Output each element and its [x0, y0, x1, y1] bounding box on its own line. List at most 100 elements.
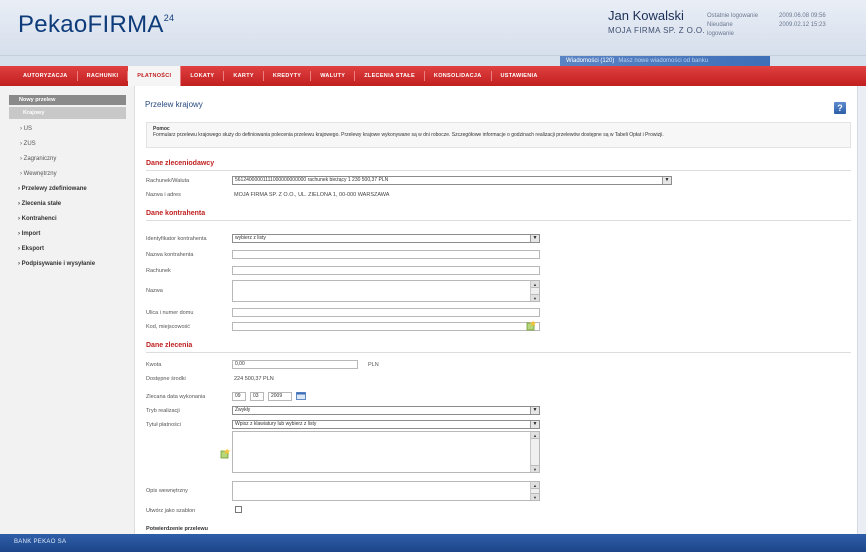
user-block: Jan Kowalski MOJA FIRMA SP. Z O.O.	[608, 8, 705, 35]
contractor-name-input[interactable]	[232, 250, 540, 259]
nav-waluty[interactable]: WALUTY	[311, 71, 356, 81]
confirm-label: Potwierdzenie przelewu	[146, 526, 209, 532]
own-ref-textarea[interactable]: ▲ ▼	[232, 481, 540, 501]
date-day-input[interactable]: 09	[232, 392, 246, 401]
account-value: 56124000001111000000000000 rachunek bież…	[235, 177, 389, 183]
section-title-kontrahent: Dane kontrahenta	[146, 210, 206, 217]
sidebar-item-import[interactable]: › Import	[0, 227, 134, 242]
date-day: 09	[235, 393, 241, 399]
section-title-zleceniodawca: Dane zleceniodawcy	[146, 160, 215, 167]
amount-input[interactable]: 0,00	[232, 360, 358, 369]
payment-title-select[interactable]: Wpisz z klawiatury lub wybierz z listy ▼	[232, 420, 540, 429]
contractor-account-input[interactable]	[232, 266, 540, 275]
template-checkbox[interactable]	[235, 506, 242, 513]
scroll-up-icon[interactable]: ▲	[531, 281, 539, 288]
failed-login-value: 2009.02.12 15:23	[779, 22, 826, 28]
mode-label: Tryb realizacji	[146, 408, 180, 414]
sidebar-head-nowy-przelew[interactable]: Nowy przelew	[9, 95, 126, 105]
contractor-account-label: Rachunek	[146, 268, 171, 274]
section-title-zlecenie: Dane zlecenia	[146, 342, 193, 349]
scroll-down-icon[interactable]: ▼	[531, 493, 539, 500]
sidebar-item-label: Przelewy zdefiniowane	[21, 186, 87, 192]
sidebar-item-label: Podpisywanie i wysyłanie	[21, 261, 96, 267]
add-title-icon[interactable]	[220, 448, 231, 459]
sidebar-item-label: Import	[21, 231, 41, 237]
payment-title-value: Wpisz z klawiatury lub wybierz z listy	[235, 421, 317, 427]
messages-link[interactable]: Wiadomości (120) Masz nowe wiadomości od …	[560, 56, 770, 66]
chevron-down-icon: ▼	[530, 421, 539, 428]
sidebar-item-zagraniczny[interactable]: › Zagraniczny	[0, 152, 134, 167]
nav-ustawienia[interactable]: USTAWIENIA	[492, 71, 547, 81]
contractor-name-label: Nazwa kontrahenta	[146, 252, 194, 258]
nav-platnosci[interactable]: PŁATNOŚCI	[128, 66, 182, 86]
date-month-input[interactable]: 03	[250, 392, 264, 401]
nav-karty[interactable]: KARTY	[224, 71, 264, 81]
scrollbar[interactable]: ▲ ▼	[530, 482, 539, 500]
nav-lokaty[interactable]: LOKATY	[181, 71, 225, 81]
template-label: Utwórz jako szablon	[146, 508, 196, 514]
street-label: Ulica i numer domu	[146, 310, 194, 316]
mode-value: Zwykły	[235, 407, 251, 413]
sidebar-item-label: Zagraniczny	[23, 156, 57, 162]
nav-rachunki[interactable]: RACHUNKI	[78, 71, 129, 81]
nav-kredyty[interactable]: KREDYTY	[264, 71, 312, 81]
add-contractor-icon[interactable]	[526, 320, 537, 331]
sidebar-item-zlecenia-stale[interactable]: › Zlecenia stałe	[0, 197, 134, 212]
divider	[146, 220, 851, 221]
last-login-label: Ostatnie logowanie	[707, 13, 759, 19]
contractor-id-select[interactable]: wybierz z listy ▼	[232, 234, 540, 243]
date-label: Zlecana data wykonania	[146, 394, 206, 400]
logo[interactable]: PekaoFIRMA24	[18, 11, 174, 39]
amount-value: 0,00	[235, 361, 245, 367]
help-icon[interactable]: ?	[834, 102, 846, 114]
nav-konsolidacja[interactable]: KONSOLIDACJA	[425, 71, 492, 81]
scrollbar[interactable]: ▲ ▼	[530, 432, 539, 472]
sidebar-item-wewnetrzny[interactable]: › Wewnętrzny	[0, 167, 134, 182]
divider	[146, 352, 851, 353]
sidebar-item-label: ZUS	[23, 141, 36, 147]
date-year-input[interactable]: 2009	[268, 392, 292, 401]
own-ref-label: Opis wewnętrzny	[146, 488, 188, 494]
scrollbar[interactable]: ▲ ▼	[530, 281, 539, 301]
sidebar-item-label: US	[23, 126, 33, 132]
user-name: Jan Kowalski	[608, 8, 684, 23]
login-info: Ostatnie logowanie 2009.06.08 09:56 Nieud…	[707, 12, 826, 39]
scroll-down-icon[interactable]: ▼	[531, 294, 539, 301]
street-input[interactable]	[232, 308, 540, 317]
currency-label: PLN	[368, 362, 379, 368]
sidebar-item-podpisywanie[interactable]: › Podpisywanie i wysyłanie	[0, 257, 134, 272]
chevron-down-icon: ▼	[662, 177, 671, 184]
date-month: 03	[253, 393, 259, 399]
nav-autoryzacja[interactable]: AUTORYZACJA	[14, 71, 78, 81]
nav-zlecenia-stale[interactable]: ZLECENIA STAŁE	[355, 71, 425, 81]
sidebar-item-eksport[interactable]: › Eksport	[0, 242, 134, 257]
city-input[interactable]	[232, 322, 540, 331]
scroll-up-icon[interactable]: ▲	[531, 482, 539, 489]
logo-mark: 24	[163, 13, 175, 23]
sender-name-value: MOJA FIRMA SP. Z O.O., UL. ZIELONA 1, 00…	[234, 192, 390, 198]
scroll-down-icon[interactable]: ▼	[531, 465, 539, 472]
contractor-id-label: Identyfikator kontrahenta	[146, 236, 207, 242]
sidebar-item-us[interactable]: › US	[0, 122, 134, 137]
logo-text: PekaoFIRMA	[18, 11, 164, 38]
calendar-icon[interactable]	[296, 391, 306, 400]
page-scrollbar[interactable]	[857, 86, 866, 534]
account-select[interactable]: 56124000001111000000000000 rachunek bież…	[232, 176, 672, 185]
messages-label: Wiadomości (120)	[566, 58, 615, 64]
sender-name-label: Nazwa i adres	[146, 192, 181, 198]
footer: BANK PEKAO SA	[0, 534, 866, 552]
mode-select[interactable]: Zwykły ▼	[232, 406, 540, 415]
city-label: Kod, miejscowość	[146, 324, 191, 330]
account-label: Rachunek/Waluta	[146, 178, 190, 184]
sidebar: Nowy przelew Krajowy › US › ZUS › Zagran…	[0, 86, 135, 534]
contractor-name-textarea[interactable]: ▲ ▼	[232, 280, 540, 302]
sidebar-item-zus[interactable]: › ZUS	[0, 137, 134, 152]
payment-title-textarea[interactable]: ▲ ▼	[232, 431, 540, 473]
sidebar-item-label: Wewnętrzny	[23, 171, 57, 177]
notice-text: Formularz przelewu krajowego służy do de…	[153, 132, 664, 138]
scroll-up-icon[interactable]: ▲	[531, 432, 539, 439]
sidebar-item-kontrahenci[interactable]: › Kontrahenci	[0, 212, 134, 227]
sidebar-item-przelewy-zdefiniowane[interactable]: › Przelewy zdefiniowane	[0, 182, 134, 197]
sidebar-item-krajowy[interactable]: Krajowy	[9, 107, 126, 119]
messages-bar: Wiadomości (120) Masz nowe wiadomości od …	[0, 56, 866, 66]
